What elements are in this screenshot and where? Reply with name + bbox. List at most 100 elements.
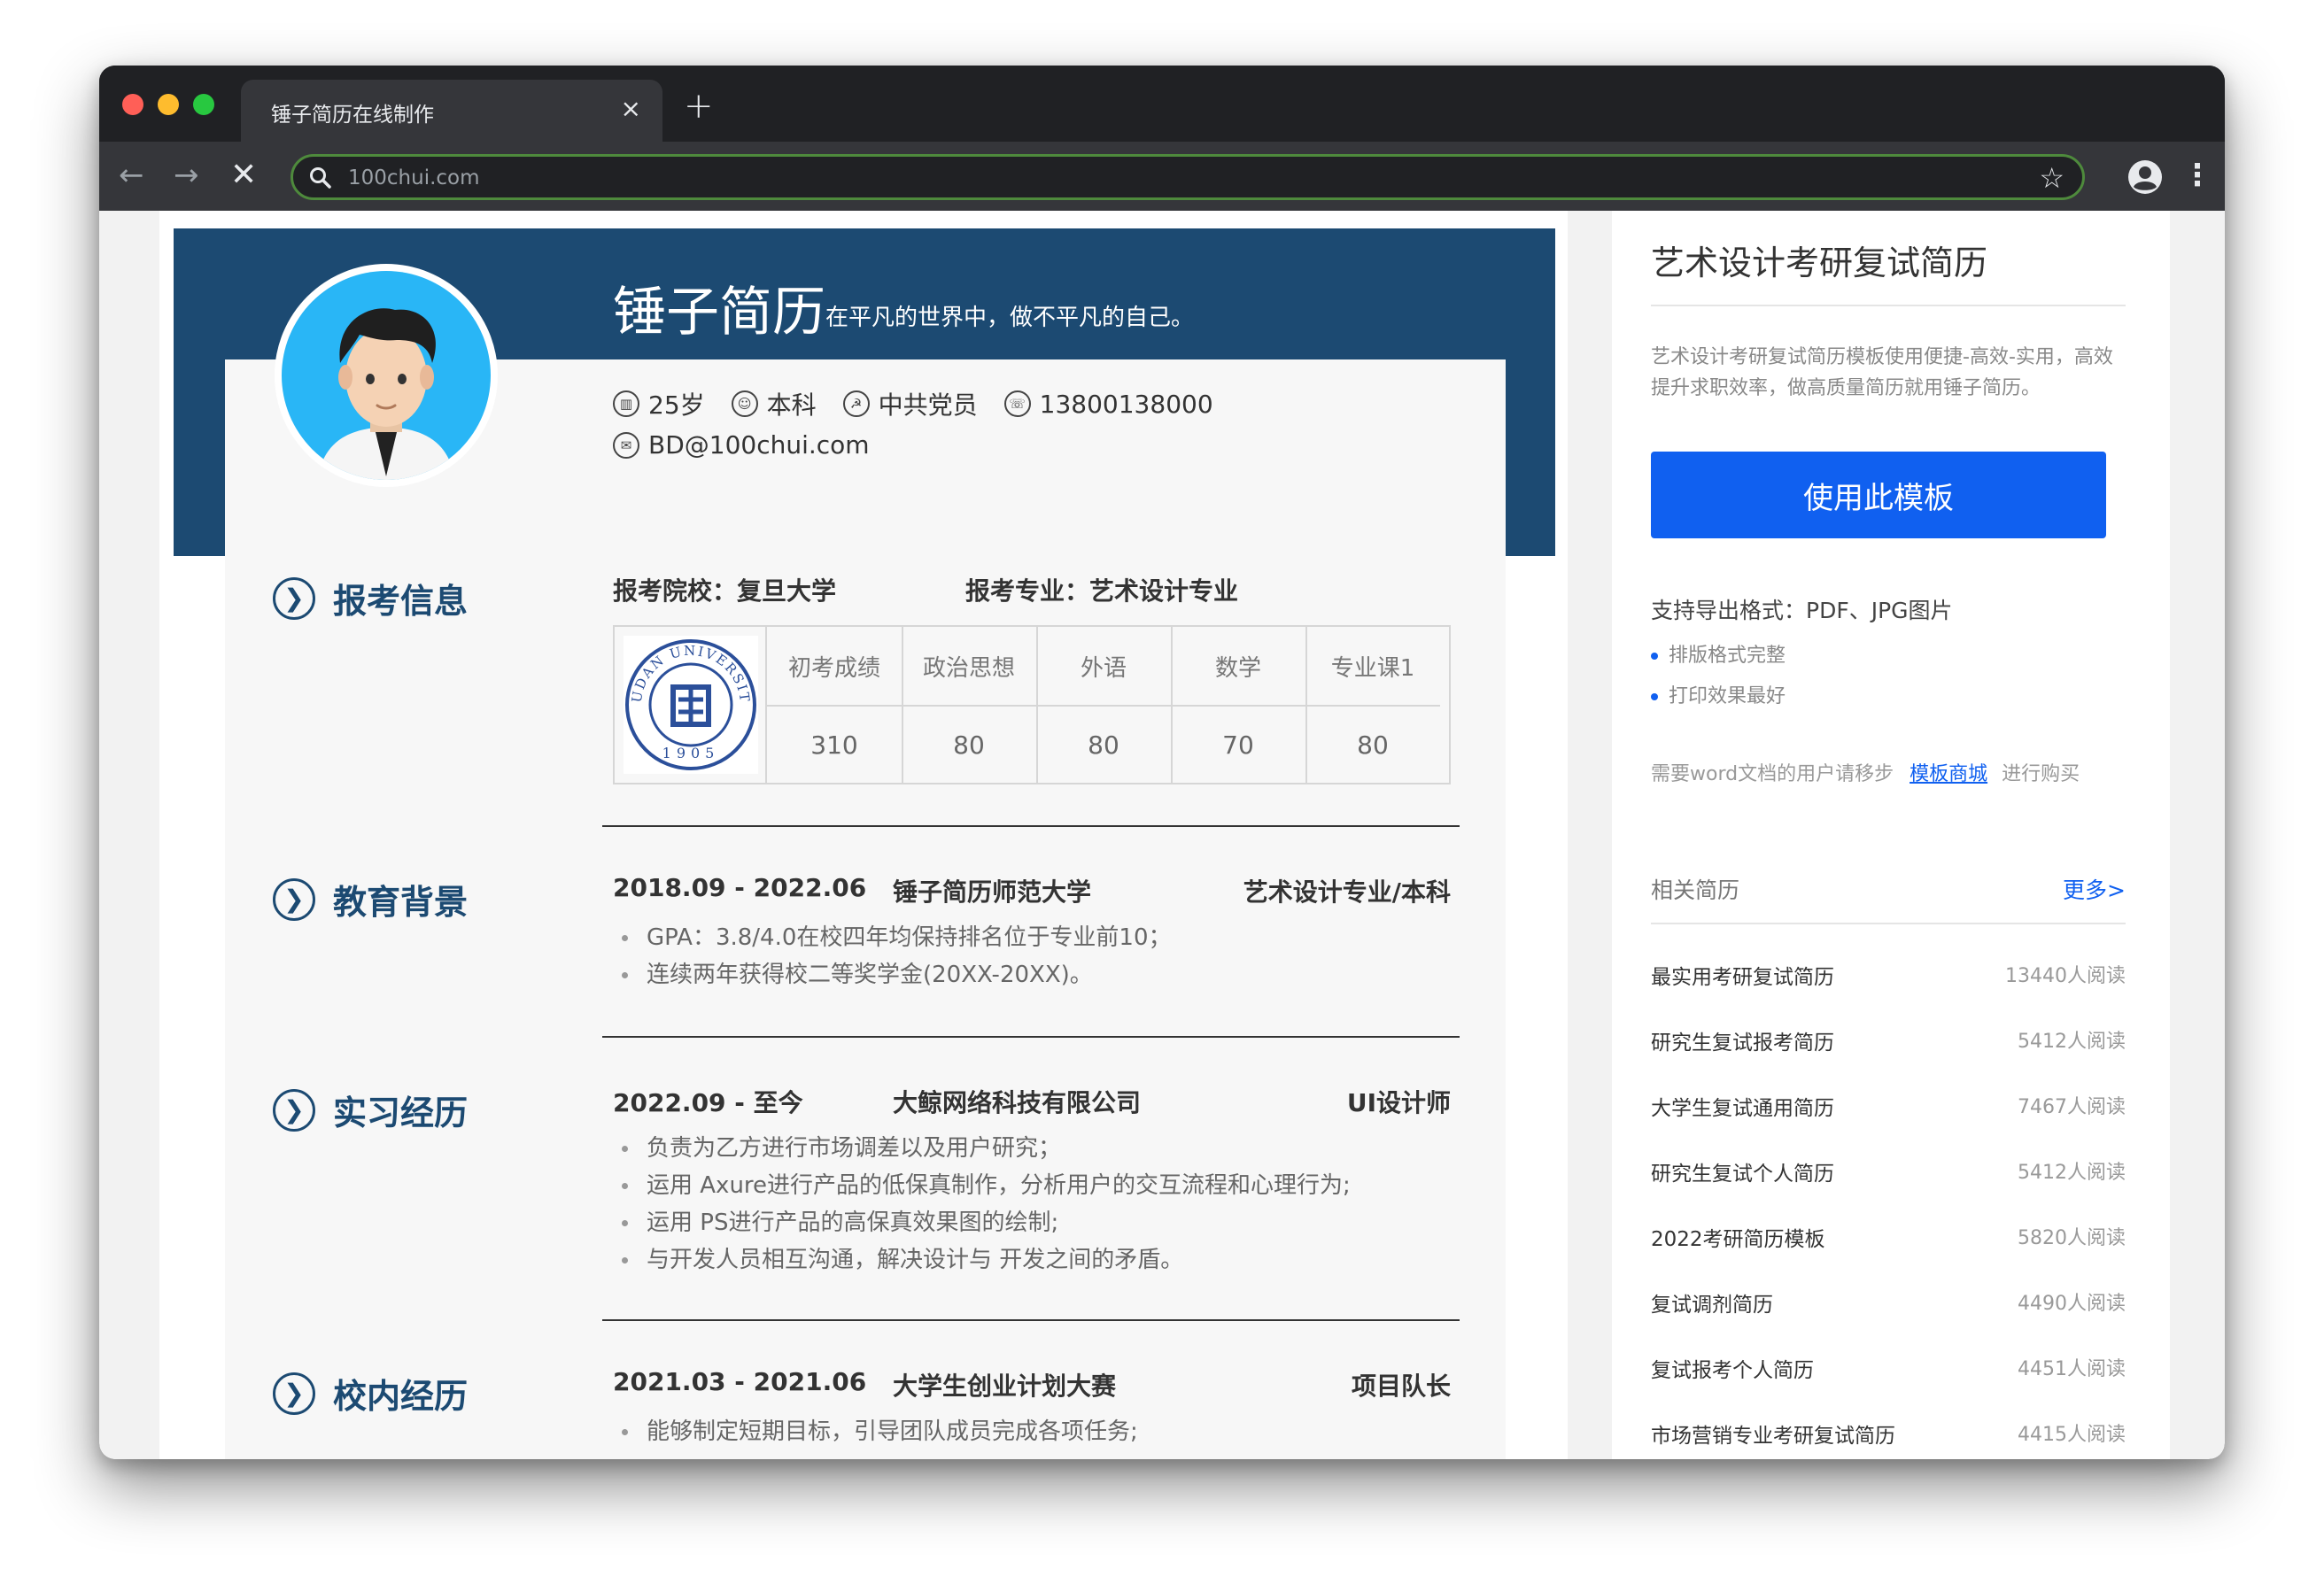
age-item: ▥ 25岁 — [613, 386, 705, 421]
section-apply-title: 报考信息 — [333, 582, 469, 621]
tab-close-icon[interactable]: × — [621, 96, 641, 122]
maximize-window-button[interactable] — [193, 94, 214, 115]
bullet-dot-icon — [1651, 693, 1658, 700]
close-window-button[interactable] — [122, 94, 143, 115]
feature-item: 排版格式完整 — [1651, 639, 1786, 668]
education-school: 锤子简历师范大学 — [893, 877, 1092, 907]
bookmark-star-icon[interactable]: ☆ — [2039, 161, 2064, 195]
template-description: 艺术设计考研复试简历模板使用便捷-高效-实用，高效提升求职效率，做高质量简历就用… — [1651, 346, 2113, 399]
internship-role: UI设计师 — [1346, 1088, 1451, 1117]
chevron-right-icon: ❯ — [273, 1088, 315, 1132]
page-content: 锤子简历 在平凡的世界中，做不平凡的自己。 ▥ 25岁 ☺ 本科 ☭ 中共党员 … — [99, 211, 2225, 1459]
address-bar[interactable]: ☆ — [290, 154, 2085, 200]
new-tab-button[interactable]: + — [684, 89, 714, 124]
related-item[interactable]: 大学生复试通用简历 7467人阅读 — [1651, 1091, 2126, 1123]
score-col-math: 数学 70 — [1171, 627, 1307, 783]
word-download-note: 需要word文档的用户请移步 模板商城 进行购买 — [1651, 758, 2080, 786]
search-icon — [310, 167, 331, 189]
browser-toolbar: ← → ✕ ☆ ⋮ — [99, 142, 2225, 211]
resume-name: 锤子简历 — [613, 282, 825, 344]
school-logo-cell: FUDAN UNIVERSITY 1905 — [615, 627, 767, 783]
mail-icon: ✉ — [613, 431, 639, 459]
minimize-window-button[interactable] — [158, 94, 179, 115]
email-value: BD@100chui.com — [648, 430, 870, 460]
section-education-title: 教育背景 — [333, 883, 469, 922]
section-divider — [602, 1319, 1460, 1321]
related-item[interactable]: 复试调剂简历 4490人阅读 — [1651, 1287, 2126, 1319]
related-title[interactable]: 复试调剂简历 — [1651, 1287, 1773, 1318]
section-internship-header: ❯ 实习经历 — [273, 1086, 468, 1134]
related-resumes-label: 相关简历 — [1651, 877, 1740, 903]
read-count: 4490人阅读 — [2018, 1293, 2126, 1315]
related-title[interactable]: 2022考研简历模板 — [1651, 1222, 1825, 1252]
campus-bullets: 能够制定短期目标，引导团队成员完成各项任务; — [613, 1413, 1138, 1450]
graduation-icon: ☺ — [731, 390, 758, 417]
word-suffix: 进行购买 — [2002, 763, 2080, 785]
template-mall-link[interactable]: 模板商城 — [1910, 763, 1987, 785]
forward-button[interactable]: → — [174, 158, 199, 193]
read-count: 7467人阅读 — [2018, 1096, 2126, 1118]
degree-item: ☺ 本科 — [731, 386, 817, 421]
feature-label: 打印效果最好 — [1669, 685, 1786, 707]
list-item: GPA：3.8/4.0在校四年均保持排名位于专业前10； — [613, 919, 1172, 956]
education-entry: 2018.09 - 2022.06 锤子简历师范大学 艺术设计专业/本科 — [613, 873, 1451, 908]
resume-motto: 在平凡的世界中，做不平凡的自己。 — [825, 305, 1195, 331]
score-label: 专业课1 — [1305, 627, 1440, 707]
related-title[interactable]: 复试报考个人简历 — [1651, 1353, 1814, 1383]
related-title[interactable]: 研究生复试报考简历 — [1651, 1025, 1834, 1055]
related-item[interactable]: 最实用考研复试简历 13440人阅读 — [1651, 960, 2126, 992]
score-label: 政治思想 — [902, 627, 1036, 707]
email-item: ✉ BD@100chui.com — [613, 430, 870, 460]
logo-year: 1905 — [662, 745, 720, 761]
list-item: 运用 Axure进行产品的低保真制作，分析用户的交互流程和心理行为; — [613, 1167, 1351, 1204]
campus-entry: 2021.03 - 2021.06 大学生创业计划大赛 项目队长 — [613, 1367, 1451, 1403]
section-campus-title: 校内经历 — [333, 1377, 469, 1416]
template-sidebar: 艺术设计考研复试简历 艺术设计考研复试简历模板使用便捷-高效-实用，高效提升求职… — [1612, 211, 2170, 1459]
score-label: 外语 — [1036, 627, 1171, 707]
related-title[interactable]: 最实用考研复试简历 — [1651, 960, 1834, 990]
internship-date: 2022.09 - 至今 — [613, 1088, 803, 1117]
degree-value: 本科 — [766, 390, 817, 420]
chevron-right-icon: ❯ — [273, 576, 315, 620]
related-item[interactable]: 研究生复试个人简历 5412人阅读 — [1651, 1156, 2126, 1188]
score-value: 80 — [1357, 730, 1389, 760]
browser-menu-icon[interactable]: ⋮ — [2182, 158, 2212, 193]
fudan-logo: FUDAN UNIVERSITY 1905 — [624, 636, 758, 774]
score-value: 310 — [810, 730, 858, 760]
url-input[interactable] — [346, 157, 1944, 199]
word-prefix: 需要word文档的用户请移步 — [1651, 763, 1894, 785]
stop-loading-button[interactable]: ✕ — [230, 158, 257, 193]
related-item[interactable]: 2022考研简历模板 5820人阅读 — [1651, 1222, 2126, 1254]
score-col-language: 外语 80 — [1036, 627, 1173, 783]
read-count: 13440人阅读 — [2005, 965, 2126, 987]
score-label: 数学 — [1171, 627, 1305, 707]
title-bar: 锤子简历在线制作 × + — [99, 66, 2225, 142]
bullet-dot-icon — [1651, 653, 1658, 660]
list-item: 运用 PS进行产品的高保真效果图的绘制; — [613, 1204, 1351, 1241]
related-title[interactable]: 大学生复试通用简历 — [1651, 1091, 1834, 1121]
internship-company: 大鲸网络科技有限公司 — [893, 1088, 1142, 1117]
chevron-right-icon: ❯ — [273, 877, 315, 921]
related-title[interactable]: 市场营销专业考研复试简历 — [1651, 1418, 1895, 1449]
back-button[interactable]: ← — [119, 158, 144, 193]
section-internship-title: 实习经历 — [333, 1094, 469, 1132]
phone-icon: ☏ — [1003, 390, 1031, 417]
profile-avatar-icon[interactable] — [2127, 159, 2163, 195]
related-title[interactable]: 研究生复试个人简历 — [1651, 1156, 1834, 1186]
use-template-button[interactable]: 使用此模板 — [1651, 452, 2106, 538]
related-item[interactable]: 研究生复试报考简历 5412人阅读 — [1651, 1025, 2126, 1057]
politics-value: 中共党员 — [878, 390, 978, 420]
related-item[interactable]: 复试报考个人简历 4451人阅读 — [1651, 1353, 2126, 1385]
internship-bullets: 负责为乙方进行市场调差以及用户研究； 运用 Axure进行产品的低保真制作，分析… — [613, 1130, 1351, 1279]
more-link[interactable]: 更多> — [2063, 873, 2126, 905]
read-count: 4415人阅读 — [2018, 1424, 2126, 1446]
phone-item: ☏ 13800138000 — [1003, 390, 1213, 419]
read-count: 5820人阅读 — [2018, 1227, 2126, 1249]
campus-role: 项目队长 — [1351, 1372, 1451, 1401]
party-badge-icon: ☭ — [842, 390, 870, 417]
apply-school: 报考院校：复旦大学 — [613, 576, 837, 606]
list-item: 负责为乙方进行市场调差以及用户研究； — [613, 1130, 1351, 1167]
campus-activity: 大学生创业计划大赛 — [893, 1372, 1117, 1401]
related-item[interactable]: 市场营销专业考研复试简历 4415人阅读 — [1651, 1418, 2126, 1450]
browser-tab[interactable]: 锤子简历在线制作 × — [241, 80, 662, 142]
